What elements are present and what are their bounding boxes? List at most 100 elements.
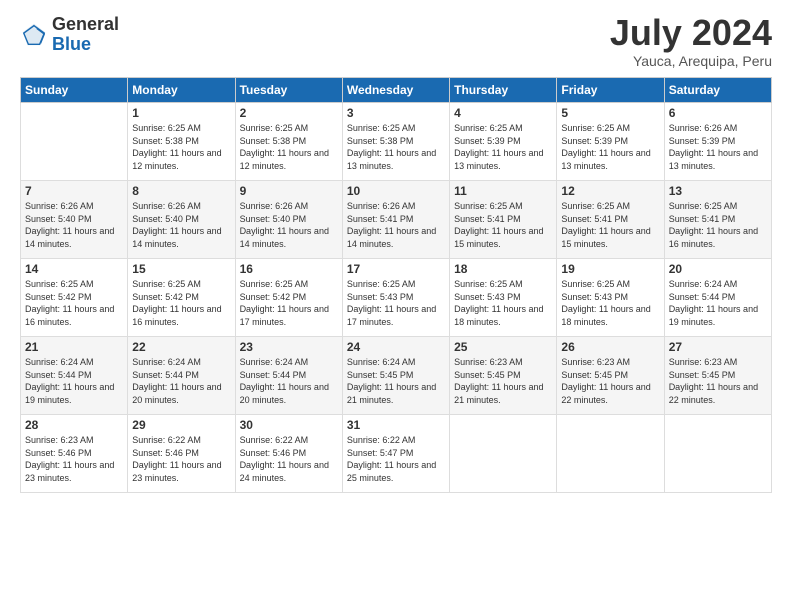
- day-number: 17: [347, 262, 445, 276]
- logo-text: General Blue: [52, 15, 119, 55]
- col-thursday: Thursday: [450, 78, 557, 103]
- calendar-cell: 3 Sunrise: 6:25 AM Sunset: 5:38 PM Dayli…: [342, 103, 449, 181]
- sunrise-label: Sunrise: 6:24 AM: [347, 357, 416, 367]
- sunrise-label: Sunrise: 6:23 AM: [25, 435, 94, 445]
- sunrise-label: Sunrise: 6:24 AM: [25, 357, 94, 367]
- day-detail: Sunrise: 6:26 AM Sunset: 5:40 PM Dayligh…: [25, 200, 123, 250]
- day-number: 8: [132, 184, 230, 198]
- sunset-label: Sunset: 5:41 PM: [347, 214, 414, 224]
- day-number: 9: [240, 184, 338, 198]
- daylight-label: Daylight: 11 hours and 14 minutes.: [240, 226, 329, 249]
- logo-icon: [20, 21, 48, 49]
- calendar-cell: 6 Sunrise: 6:26 AM Sunset: 5:39 PM Dayli…: [664, 103, 771, 181]
- sunrise-label: Sunrise: 6:26 AM: [347, 201, 416, 211]
- day-detail: Sunrise: 6:25 AM Sunset: 5:42 PM Dayligh…: [132, 278, 230, 328]
- calendar-cell: [450, 415, 557, 493]
- day-detail: Sunrise: 6:26 AM Sunset: 5:40 PM Dayligh…: [240, 200, 338, 250]
- sunset-label: Sunset: 5:45 PM: [454, 370, 521, 380]
- daylight-label: Daylight: 11 hours and 16 minutes.: [669, 226, 758, 249]
- sunset-label: Sunset: 5:45 PM: [561, 370, 628, 380]
- day-number: 19: [561, 262, 659, 276]
- sunset-label: Sunset: 5:45 PM: [669, 370, 736, 380]
- daylight-label: Daylight: 11 hours and 20 minutes.: [240, 382, 329, 405]
- day-number: 13: [669, 184, 767, 198]
- day-detail: Sunrise: 6:24 AM Sunset: 5:44 PM Dayligh…: [669, 278, 767, 328]
- calendar-cell: 12 Sunrise: 6:25 AM Sunset: 5:41 PM Dayl…: [557, 181, 664, 259]
- day-number: 29: [132, 418, 230, 432]
- day-detail: Sunrise: 6:25 AM Sunset: 5:41 PM Dayligh…: [561, 200, 659, 250]
- sunrise-label: Sunrise: 6:24 AM: [132, 357, 201, 367]
- calendar-week-row: 1 Sunrise: 6:25 AM Sunset: 5:38 PM Dayli…: [21, 103, 772, 181]
- calendar-cell: 24 Sunrise: 6:24 AM Sunset: 5:45 PM Dayl…: [342, 337, 449, 415]
- day-number: 26: [561, 340, 659, 354]
- calendar-cell: 14 Sunrise: 6:25 AM Sunset: 5:42 PM Dayl…: [21, 259, 128, 337]
- calendar-week-row: 28 Sunrise: 6:23 AM Sunset: 5:46 PM Dayl…: [21, 415, 772, 493]
- day-number: 20: [669, 262, 767, 276]
- day-detail: Sunrise: 6:23 AM Sunset: 5:45 PM Dayligh…: [561, 356, 659, 406]
- sunrise-label: Sunrise: 6:25 AM: [240, 279, 309, 289]
- daylight-label: Daylight: 11 hours and 23 minutes.: [25, 460, 114, 483]
- day-detail: Sunrise: 6:22 AM Sunset: 5:46 PM Dayligh…: [132, 434, 230, 484]
- sunset-label: Sunset: 5:38 PM: [240, 136, 307, 146]
- calendar-cell: 10 Sunrise: 6:26 AM Sunset: 5:41 PM Dayl…: [342, 181, 449, 259]
- month-title: July 2024: [610, 15, 772, 51]
- calendar-cell: 17 Sunrise: 6:25 AM Sunset: 5:43 PM Dayl…: [342, 259, 449, 337]
- header: General Blue July 2024 Yauca, Arequipa, …: [20, 15, 772, 69]
- sunrise-label: Sunrise: 6:26 AM: [240, 201, 309, 211]
- sunrise-label: Sunrise: 6:23 AM: [561, 357, 630, 367]
- sunset-label: Sunset: 5:44 PM: [25, 370, 92, 380]
- sunset-label: Sunset: 5:39 PM: [561, 136, 628, 146]
- logo: General Blue: [20, 15, 119, 55]
- day-detail: Sunrise: 6:25 AM Sunset: 5:43 PM Dayligh…: [561, 278, 659, 328]
- daylight-label: Daylight: 11 hours and 13 minutes.: [347, 148, 436, 171]
- sunset-label: Sunset: 5:43 PM: [561, 292, 628, 302]
- daylight-label: Daylight: 11 hours and 20 minutes.: [132, 382, 221, 405]
- calendar-cell: 23 Sunrise: 6:24 AM Sunset: 5:44 PM Dayl…: [235, 337, 342, 415]
- sunset-label: Sunset: 5:38 PM: [132, 136, 199, 146]
- day-number: 1: [132, 106, 230, 120]
- calendar-cell: [21, 103, 128, 181]
- sunrise-label: Sunrise: 6:24 AM: [240, 357, 309, 367]
- sunset-label: Sunset: 5:39 PM: [669, 136, 736, 146]
- sunset-label: Sunset: 5:44 PM: [132, 370, 199, 380]
- calendar-cell: 26 Sunrise: 6:23 AM Sunset: 5:45 PM Dayl…: [557, 337, 664, 415]
- day-detail: Sunrise: 6:22 AM Sunset: 5:47 PM Dayligh…: [347, 434, 445, 484]
- calendar-header-row: Sunday Monday Tuesday Wednesday Thursday…: [21, 78, 772, 103]
- sunrise-label: Sunrise: 6:25 AM: [669, 201, 738, 211]
- sunset-label: Sunset: 5:41 PM: [561, 214, 628, 224]
- daylight-label: Daylight: 11 hours and 18 minutes.: [561, 304, 650, 327]
- calendar-cell: [557, 415, 664, 493]
- calendar-week-row: 14 Sunrise: 6:25 AM Sunset: 5:42 PM Dayl…: [21, 259, 772, 337]
- day-detail: Sunrise: 6:23 AM Sunset: 5:45 PM Dayligh…: [454, 356, 552, 406]
- daylight-label: Daylight: 11 hours and 18 minutes.: [454, 304, 543, 327]
- col-tuesday: Tuesday: [235, 78, 342, 103]
- calendar-cell: 8 Sunrise: 6:26 AM Sunset: 5:40 PM Dayli…: [128, 181, 235, 259]
- calendar-cell: 1 Sunrise: 6:25 AM Sunset: 5:38 PM Dayli…: [128, 103, 235, 181]
- day-detail: Sunrise: 6:24 AM Sunset: 5:44 PM Dayligh…: [132, 356, 230, 406]
- daylight-label: Daylight: 11 hours and 17 minutes.: [240, 304, 329, 327]
- sunset-label: Sunset: 5:39 PM: [454, 136, 521, 146]
- daylight-label: Daylight: 11 hours and 17 minutes.: [347, 304, 436, 327]
- location: Yauca, Arequipa, Peru: [610, 53, 772, 69]
- sunset-label: Sunset: 5:46 PM: [25, 448, 92, 458]
- col-saturday: Saturday: [664, 78, 771, 103]
- sunrise-label: Sunrise: 6:25 AM: [347, 279, 416, 289]
- sunrise-label: Sunrise: 6:25 AM: [561, 123, 630, 133]
- sunrise-label: Sunrise: 6:23 AM: [669, 357, 738, 367]
- daylight-label: Daylight: 11 hours and 13 minutes.: [454, 148, 543, 171]
- sunrise-label: Sunrise: 6:25 AM: [132, 279, 201, 289]
- calendar-cell: 11 Sunrise: 6:25 AM Sunset: 5:41 PM Dayl…: [450, 181, 557, 259]
- col-wednesday: Wednesday: [342, 78, 449, 103]
- day-number: 14: [25, 262, 123, 276]
- day-number: 10: [347, 184, 445, 198]
- sunset-label: Sunset: 5:45 PM: [347, 370, 414, 380]
- day-number: 21: [25, 340, 123, 354]
- sunrise-label: Sunrise: 6:25 AM: [240, 123, 309, 133]
- day-detail: Sunrise: 6:24 AM Sunset: 5:44 PM Dayligh…: [25, 356, 123, 406]
- daylight-label: Daylight: 11 hours and 12 minutes.: [240, 148, 329, 171]
- calendar-cell: 30 Sunrise: 6:22 AM Sunset: 5:46 PM Dayl…: [235, 415, 342, 493]
- day-detail: Sunrise: 6:23 AM Sunset: 5:45 PM Dayligh…: [669, 356, 767, 406]
- calendar-cell: 27 Sunrise: 6:23 AM Sunset: 5:45 PM Dayl…: [664, 337, 771, 415]
- calendar-cell: 19 Sunrise: 6:25 AM Sunset: 5:43 PM Dayl…: [557, 259, 664, 337]
- sunset-label: Sunset: 5:43 PM: [454, 292, 521, 302]
